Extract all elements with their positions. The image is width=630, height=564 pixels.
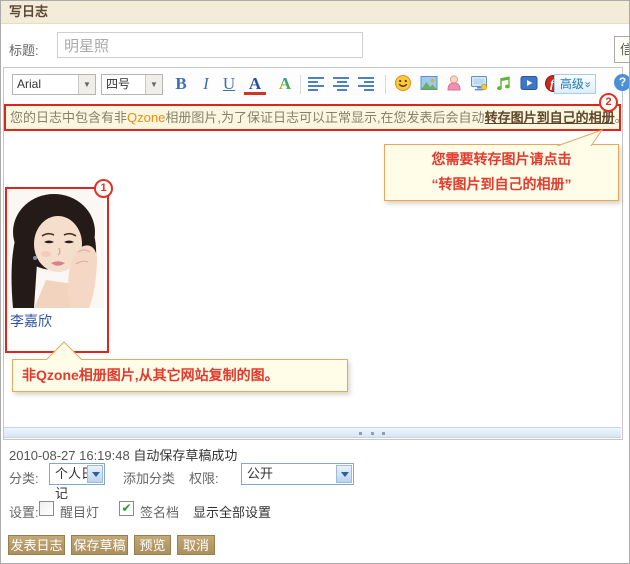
transfer-photos-link[interactable]: 转存图片到自己的相册 bbox=[485, 110, 615, 125]
page-title: 写日志 bbox=[9, 1, 629, 23]
photo-caption-link[interactable]: 李嘉欣 bbox=[10, 311, 52, 331]
permission-select[interactable]: 公开 bbox=[241, 463, 354, 485]
help-icon[interactable]: ? bbox=[614, 74, 630, 91]
blog-photo-annotated: 李嘉欣 bbox=[5, 187, 109, 353]
annotation-badge-1: 1 bbox=[94, 179, 113, 198]
category-select[interactable]: 个人日记 bbox=[49, 463, 105, 485]
editor-toolbar: Arial ▼ 四号 ▼ B I U A A bbox=[4, 68, 621, 103]
font-family-value: Arial bbox=[13, 75, 41, 94]
art-text-button[interactable]: A bbox=[274, 73, 296, 95]
font-family-select[interactable]: Arial ▼ bbox=[12, 74, 96, 95]
toolbar-separator bbox=[385, 75, 386, 94]
image-icon[interactable] bbox=[420, 74, 438, 92]
emoticon-icon[interactable] bbox=[394, 74, 412, 92]
notice-text: 您的日志中包含有非 bbox=[10, 110, 127, 125]
toolbar-separator bbox=[300, 75, 301, 94]
font-size-select[interactable]: 四号 ▼ bbox=[101, 74, 163, 95]
stationery-button[interactable]: 信 bbox=[614, 36, 630, 63]
portrait-photo[interactable] bbox=[8, 190, 104, 308]
title-label: 标题: bbox=[9, 40, 39, 59]
notice-period: 。 bbox=[615, 110, 621, 125]
publish-button[interactable]: 发表日志 bbox=[8, 535, 65, 555]
callout-nonqzone-hint: 非Qzone相册图片,从其它网站复制的图。 bbox=[12, 359, 348, 392]
callout-line: 您需要转存图片请点击 bbox=[385, 147, 618, 172]
cancel-button[interactable]: 取消 bbox=[177, 535, 215, 555]
save-draft-button[interactable]: 保存草稿 bbox=[71, 535, 128, 555]
callout-transfer-hint: 您需要转存图片请点击 “转图片到自己的相册” bbox=[384, 144, 619, 201]
notice-brand: Qzone bbox=[127, 110, 165, 125]
underline-button[interactable]: U bbox=[218, 73, 240, 95]
transfer-notice-bar: 您的日志中包含有非Qzone相册图片,为了保证日志可以正常显示,在您发表后会自动… bbox=[4, 104, 621, 131]
dropdown-arrow-icon[interactable]: ▼ bbox=[145, 75, 162, 94]
dropdown-arrow-icon[interactable] bbox=[87, 465, 103, 483]
screenshot-icon[interactable] bbox=[470, 74, 488, 92]
title-input[interactable] bbox=[57, 32, 363, 58]
highlight-lamp-label[interactable]: 醒目灯 bbox=[60, 502, 99, 521]
video-icon[interactable] bbox=[520, 74, 538, 92]
autosave-message: 自动保存草稿成功 bbox=[133, 448, 237, 463]
preview-button[interactable]: 预览 bbox=[134, 535, 171, 555]
callout-tail bbox=[41, 339, 87, 360]
highlight-lamp-checkbox[interactable] bbox=[39, 501, 54, 516]
annotation-badge-2: 2 bbox=[599, 93, 618, 112]
autosave-status: 2010-08-27 16:19:48 自动保存草稿成功 bbox=[9, 445, 237, 464]
advanced-button[interactable]: 高级» bbox=[554, 74, 596, 94]
autosave-timestamp: 2010-08-27 16:19:48 bbox=[9, 448, 130, 463]
chevron-double-down-icon: » bbox=[578, 81, 597, 87]
dropdown-arrow-icon[interactable]: ▼ bbox=[78, 75, 95, 94]
permission-label: 权限: bbox=[189, 468, 219, 487]
add-category-link[interactable]: 添加分类 bbox=[123, 468, 175, 487]
permission-value: 公开 bbox=[242, 464, 273, 484]
settings-label: 设置: bbox=[9, 502, 39, 521]
dropdown-arrow-icon[interactable] bbox=[336, 465, 352, 483]
show-all-settings-link[interactable]: 显示全部设置 bbox=[193, 502, 271, 521]
editor-resize-handle[interactable] bbox=[4, 427, 621, 438]
resize-grip-dots-icon bbox=[359, 432, 385, 435]
notice-text: 相册图片,为了保证日志可以正常显示,在您发表后会自动 bbox=[165, 110, 484, 125]
align-right-button[interactable] bbox=[358, 77, 375, 92]
category-label: 分类: bbox=[9, 468, 39, 487]
font-size-value: 四号 bbox=[102, 75, 130, 94]
write-blog-window: 写日志 标题: 信 Arial ▼ 四号 ▼ B I U A A bbox=[0, 0, 630, 564]
bold-button[interactable]: B bbox=[170, 73, 192, 95]
callout-tail bbox=[549, 129, 611, 146]
signature-checkbox[interactable]: ✔ bbox=[119, 501, 134, 516]
callout-line: “转图片到自己的相册” bbox=[385, 172, 618, 197]
signature-label[interactable]: 签名档 bbox=[140, 502, 179, 521]
window-header: 写日志 bbox=[1, 1, 629, 24]
font-color-button[interactable]: A bbox=[244, 75, 266, 95]
magic-emoticon-icon[interactable] bbox=[445, 74, 463, 92]
align-left-button[interactable] bbox=[308, 77, 325, 92]
align-center-button[interactable] bbox=[333, 77, 350, 92]
music-icon[interactable] bbox=[495, 74, 513, 92]
italic-button[interactable]: I bbox=[195, 73, 217, 95]
